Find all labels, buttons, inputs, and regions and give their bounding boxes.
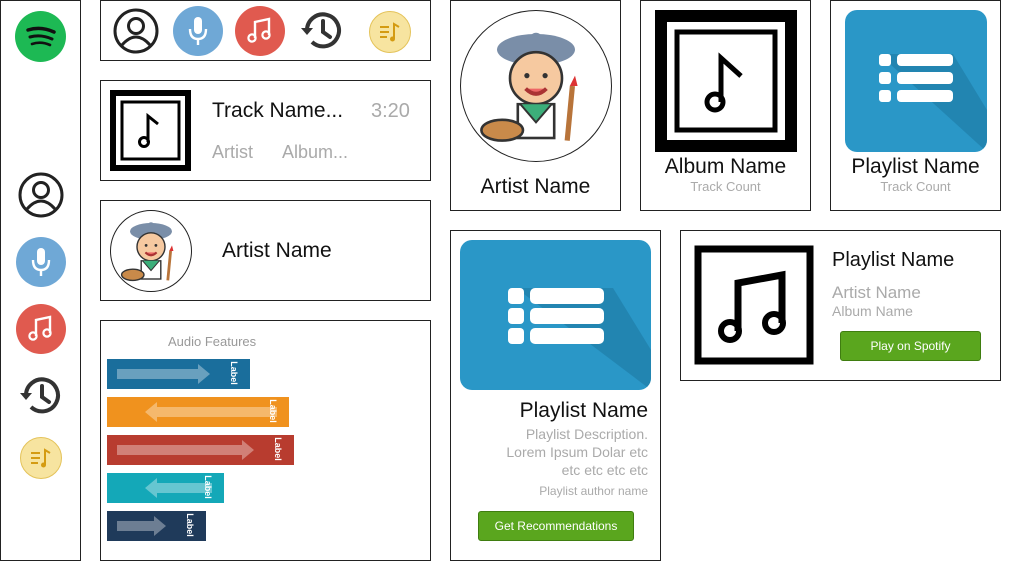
track-card[interactable]: Track Name... 3:20 Artist Album... [100, 80, 431, 181]
artist-name: Artist Name [222, 239, 332, 262]
music-note-icon [694, 245, 814, 365]
playlist-artist: Artist Name [832, 283, 921, 302]
playlist-name: Playlist Name [851, 155, 980, 178]
microphone-icon[interactable] [173, 6, 223, 56]
playlist-icon [460, 240, 651, 390]
get-recommendations-button[interactable]: Get Recommendations [478, 511, 634, 541]
playlist-description-line1: Playlist Description. [525, 426, 648, 442]
feature-arrow-icon [117, 440, 254, 460]
feature-bar: Label [107, 359, 250, 389]
feature-bar-label: Label [202, 475, 213, 499]
playlist-description-line2: Lorem Ipsum Dolar etc [506, 444, 648, 460]
playlist-card[interactable]: Playlist Name Track Count [830, 0, 1001, 211]
feature-bar: Label [107, 511, 206, 541]
album-track-count: Track Count [690, 179, 761, 194]
playlist-description-line3: etc etc etc etc [561, 462, 648, 478]
artist-card[interactable]: Artist Name [450, 0, 621, 211]
audio-features-chart: Audio Features Label Label Label Label Label [100, 320, 431, 561]
artist-row[interactable]: Artist Name [100, 200, 431, 301]
queue-icon[interactable] [20, 437, 62, 479]
history-icon[interactable] [297, 6, 347, 56]
feature-bar-label: Label [228, 361, 239, 385]
user-icon[interactable] [16, 170, 66, 220]
track-album: Album... [282, 142, 349, 162]
playlist-detail-card: Playlist Name Playlist Description. Lore… [450, 230, 661, 561]
music-note-icon[interactable] [235, 6, 285, 56]
album-name: Album Name [664, 155, 787, 178]
feature-bar: Label [107, 435, 294, 465]
spotify-logo-icon[interactable] [15, 11, 66, 62]
playlist-album: Album Name [832, 303, 913, 319]
track-name: Track Name... [212, 99, 344, 122]
feature-arrow-icon [145, 402, 277, 422]
feature-bar-label: Label [184, 513, 195, 537]
play-on-spotify-button[interactable]: Play on Spotify [840, 331, 981, 361]
playlist-author: Playlist author name [539, 484, 648, 498]
artist-name: Artist Name [480, 175, 591, 198]
playlist-icon [845, 10, 987, 152]
album-art-icon [110, 90, 191, 171]
sidebar [0, 0, 81, 561]
feature-bar: Label [107, 397, 289, 427]
playlist-name: Playlist Name [519, 399, 648, 422]
playlist-name: Playlist Name [832, 249, 955, 271]
playlist-player-card: Playlist Name Artist Name Album Name Pla… [680, 230, 1001, 381]
icon-bar [100, 0, 431, 61]
playlist-track-count: Track Count [880, 179, 951, 194]
artist-avatar [110, 210, 192, 292]
user-icon[interactable] [111, 6, 161, 56]
artist-avatar [460, 10, 612, 162]
track-duration: 3:20 [371, 100, 410, 122]
chart-title: Audio Features [168, 334, 257, 349]
feature-bar: Label [107, 473, 224, 503]
history-icon[interactable] [16, 371, 66, 421]
microphone-icon[interactable] [16, 237, 66, 287]
feature-bar-label: Label [272, 437, 283, 461]
album-art-icon [655, 10, 797, 152]
track-artist: Artist [212, 142, 254, 162]
album-card[interactable]: Album Name Track Count [640, 0, 811, 211]
music-note-icon[interactable] [16, 304, 66, 354]
feature-bar-label: Label [267, 399, 278, 423]
queue-icon[interactable] [369, 11, 411, 53]
